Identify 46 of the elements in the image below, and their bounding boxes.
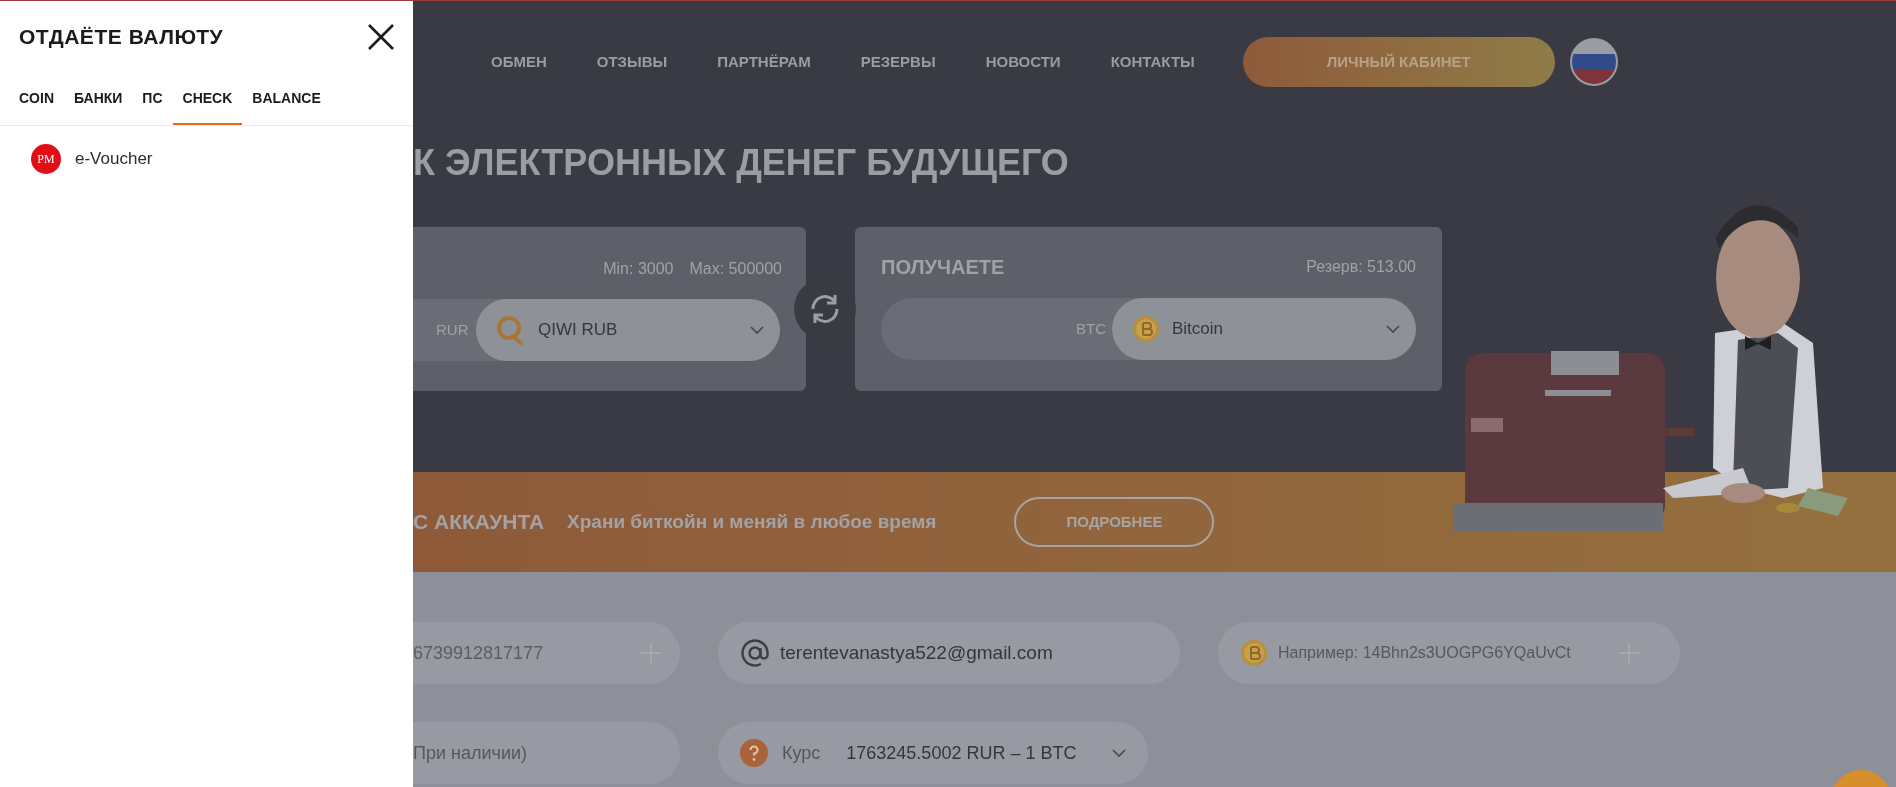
hero-headline: К ЭЛЕКТРОННЫХ ДЕНЕГ БУДУЩЕГО (413, 141, 1070, 185)
close-icon[interactable] (367, 23, 395, 51)
reserve-amount: Резерв: 513.00 (1306, 257, 1416, 277)
currency-tab[interactable]: ПС (132, 73, 173, 125)
flag-icon[interactable] (1568, 37, 1619, 87)
chevron-icon (1112, 749, 1126, 757)
nav-link[interactable]: НОВОСТИ (985, 50, 1061, 74)
get-title: ПОЛУЧАЕТЕ (881, 255, 1005, 280)
wallet-input[interactable]: Например: 14Bhn2s3UOGPG6YQaUvCt (1278, 641, 1618, 665)
currency-item[interactable]: e-Voucher (75, 146, 153, 172)
bitcoin-icon (1132, 315, 1160, 343)
currency-tab[interactable]: CHECK (172, 73, 243, 125)
drawer-title: ОТДАЁТЕ ВАЛЮТУ (19, 24, 224, 51)
currency-name: QIWI RUB (538, 319, 619, 342)
rate-value: 1763245.5002 RUR – 1 BTC (846, 741, 1078, 765)
qiwi-icon (496, 315, 524, 345)
max-amount: Max: 500000 (689, 259, 782, 279)
note-field[interactable]: При наличии) (413, 722, 680, 784)
email-value: terentevanastya522@gmail.com (780, 640, 1053, 665)
nav-link[interactable]: ПАРТНЁРАМ (717, 50, 811, 74)
bitcoin-icon (1240, 639, 1268, 667)
at-icon (740, 638, 770, 668)
wallet-field[interactable]: Например: 14Bhn2s3UOGPG6YQaUvCt (1218, 622, 1680, 684)
currency-tab[interactable]: BALANCE (242, 73, 331, 125)
email-field[interactable]: terentevanastya522@gmail.com (718, 622, 1180, 684)
currency-logo: PM (31, 144, 61, 174)
nav-link[interactable]: КОНТАКТЫ (1110, 50, 1195, 74)
currency-tab[interactable]: БАНКИ (64, 73, 133, 125)
nav-link[interactable]: ОТЗЫВЫ (596, 50, 668, 74)
min-amount: Min: 3000 (603, 259, 674, 279)
phone-value: 6739912817177 (413, 641, 545, 665)
currency-tab[interactable]: COIN (9, 73, 64, 125)
chevron-icon (750, 326, 764, 334)
currency-name: Bitcoin (1172, 318, 1225, 341)
chevron-icon (1386, 325, 1400, 333)
nav-link[interactable]: ОБМЕН (491, 50, 547, 74)
currency-select[interactable]: QIWI RUB (476, 299, 780, 361)
rate-label: Курс (782, 741, 821, 765)
currency-select[interactable]: Bitcoin (1112, 298, 1416, 360)
more-button[interactable]: ПОДРОБНЕЕ (1014, 497, 1215, 547)
nav-link[interactable]: РЕЗЕРВЫ (860, 50, 936, 74)
promo-title: С АККАУНТА (413, 509, 545, 536)
phone-field[interactable]: 6739912817177 (413, 622, 680, 684)
rate-select[interactable]: Курс 1763245.5002 RUR – 1 BTC (718, 722, 1148, 784)
promo-text: Храни биткойн и меняй в любое время (567, 509, 937, 534)
question-icon (740, 739, 768, 767)
